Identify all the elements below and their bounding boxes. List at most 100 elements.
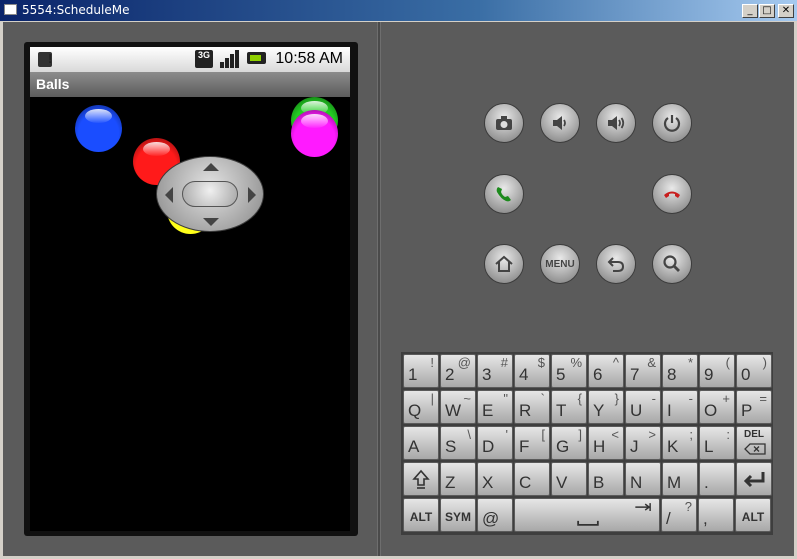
volume-down-button[interactable] <box>540 103 580 143</box>
key-sym[interactable]: SYM <box>440 498 476 532</box>
key-a[interactable]: A <box>403 426 439 460</box>
menu-label: MENU <box>545 258 575 270</box>
key-z[interactable]: Z <box>440 462 476 496</box>
key-e[interactable]: E " <box>477 390 513 424</box>
dpad[interactable] <box>156 156 264 232</box>
home-button[interactable] <box>484 244 524 284</box>
key-1[interactable]: 1! <box>403 354 439 388</box>
end-call-icon <box>664 191 680 198</box>
dpad-down-icon[interactable] <box>203 218 219 226</box>
key-k[interactable]: K; <box>662 426 698 460</box>
ball-magenta <box>291 110 338 157</box>
power-button[interactable] <box>652 103 692 143</box>
key-l[interactable]: L: <box>699 426 735 460</box>
minimize-button[interactable]: _ <box>742 4 758 18</box>
end-call-button[interactable] <box>652 174 692 214</box>
key-period[interactable]: . <box>699 462 735 496</box>
key-g[interactable]: G] <box>551 426 587 460</box>
key-space[interactable] <box>514 498 660 532</box>
status-time: 10:58 AM <box>275 50 343 67</box>
key-alt-left[interactable]: ALT <box>403 498 439 532</box>
key-label: U <box>630 401 643 420</box>
dpad-center-button[interactable] <box>182 181 238 207</box>
key-p[interactable]: P = <box>736 390 772 424</box>
key-alt-label: $ <box>537 355 545 370</box>
key-0[interactable]: 0) <box>736 354 772 388</box>
key-c[interactable]: C <box>514 462 550 496</box>
camera-button[interactable] <box>484 103 524 143</box>
key-2[interactable]: 2 @ <box>440 354 476 388</box>
key-alt-label: = <box>759 391 767 406</box>
key-u[interactable]: U- <box>625 390 661 424</box>
window-title: 5554:ScheduleMe <box>22 3 130 17</box>
key-j[interactable]: J > <box>625 426 661 460</box>
key-alt-label: } <box>614 391 619 406</box>
key-4[interactable]: 4 $ <box>514 354 550 388</box>
key-slash[interactable]: /? <box>661 498 697 532</box>
key-alt-label: ; <box>689 427 693 442</box>
key-6[interactable]: 6 ^ <box>588 354 624 388</box>
key-enter[interactable] <box>736 462 772 496</box>
key-n[interactable]: N <box>625 462 661 496</box>
key-label: X <box>482 473 494 492</box>
key-8[interactable]: 8 * <box>662 354 698 388</box>
key-s[interactable]: S \ <box>440 426 476 460</box>
enter-icon <box>737 463 771 495</box>
key-del[interactable]: DEL <box>736 426 772 460</box>
dpad-right-icon[interactable] <box>248 187 256 203</box>
key-label: 8 <box>667 365 677 384</box>
key-alt-label: & <box>647 355 656 370</box>
status-bar: 3G 10:58 AM <box>30 47 350 72</box>
key-label: A <box>408 437 420 456</box>
battery-charging-icon <box>247 52 266 64</box>
device-screen[interactable]: 3G 10:58 AM Balls <box>30 47 350 531</box>
search-button[interactable] <box>652 244 692 284</box>
back-button[interactable] <box>596 244 636 284</box>
key-o[interactable]: O + <box>699 390 735 424</box>
key-alt-label: ' <box>505 427 508 442</box>
key-b[interactable]: B <box>588 462 624 496</box>
key-x[interactable]: X <box>477 462 513 496</box>
dpad-left-icon[interactable] <box>165 187 173 203</box>
key-d[interactable]: D ' <box>477 426 513 460</box>
app-title: Balls <box>30 72 350 97</box>
key-i[interactable]: I- <box>662 390 698 424</box>
key-alt-right[interactable]: ALT <box>735 498 771 532</box>
key-w[interactable]: W ~ <box>440 390 476 424</box>
key-alt-label: < <box>611 427 619 442</box>
close-button[interactable]: ✕ <box>778 4 794 18</box>
key-alt-label: @ <box>457 355 471 370</box>
ball-blue <box>75 105 122 152</box>
key-shift[interactable] <box>403 462 439 496</box>
key-alt-label: ^ <box>612 355 619 370</box>
key-y[interactable]: Y} <box>588 390 624 424</box>
key-5[interactable]: 5% <box>551 354 587 388</box>
key-label: M <box>667 473 682 492</box>
key-at[interactable]: @ <box>477 498 513 532</box>
volume-up-button[interactable] <box>596 103 636 143</box>
key-h[interactable]: H < <box>588 426 624 460</box>
dpad-up-icon[interactable] <box>203 163 219 171</box>
space-icon <box>515 499 659 531</box>
key-r[interactable]: R ` <box>514 390 550 424</box>
volume-down-icon <box>553 116 566 130</box>
home-icon <box>495 255 513 272</box>
call-button[interactable] <box>484 174 524 214</box>
key-m[interactable]: M <box>662 462 698 496</box>
key-label: 3 <box>482 365 492 384</box>
key-label: I <box>667 401 672 420</box>
key-f[interactable]: F[ <box>514 426 550 460</box>
key-v[interactable]: V <box>551 462 587 496</box>
key-q[interactable]: Q | <box>403 390 439 424</box>
menu-button[interactable]: MENU <box>540 244 580 284</box>
key-3[interactable]: 3 # <box>477 354 513 388</box>
key-7[interactable]: 7 & <box>625 354 661 388</box>
signal-strength-icon <box>220 50 240 68</box>
key-label: F <box>519 437 530 456</box>
key-label: O <box>704 401 718 420</box>
key-9[interactable]: 9( <box>699 354 735 388</box>
key-label: N <box>630 473 643 492</box>
key-t[interactable]: T{ <box>551 390 587 424</box>
key-comma[interactable]: , <box>698 498 734 532</box>
maximize-button[interactable]: □ <box>759 4 775 18</box>
